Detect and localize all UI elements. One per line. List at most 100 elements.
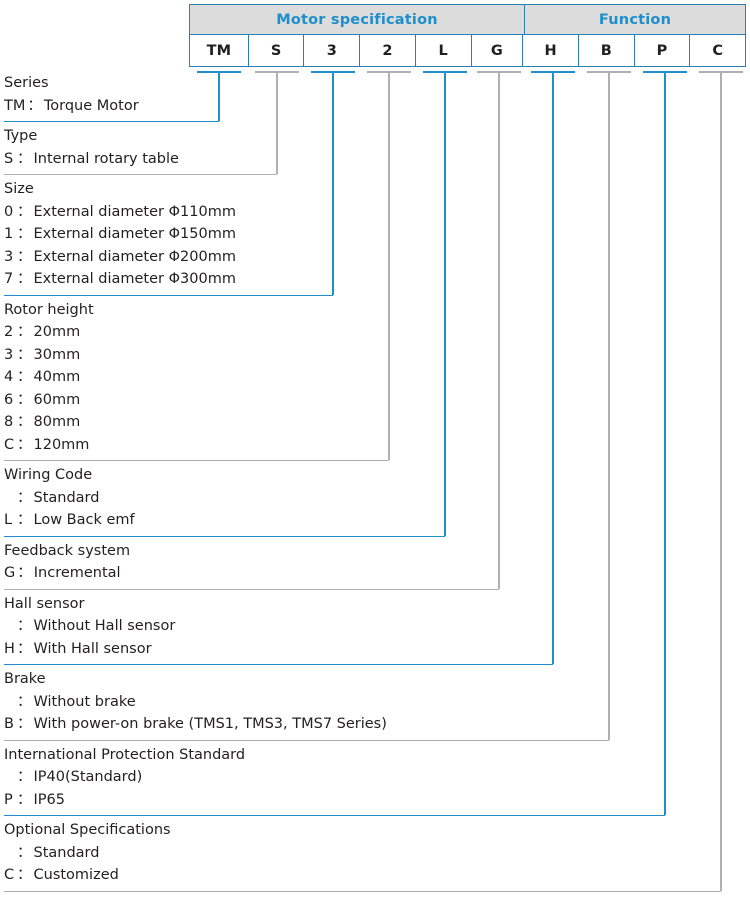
- connector-vline-10: [720, 71, 722, 891]
- group-header-label: Motor specification: [276, 11, 438, 28]
- legend-entry: 3： External diameter Φ200mm: [4, 246, 236, 269]
- legend-section-10: Optional Specifications ： Standard C： Custom…: [4, 819, 171, 887]
- legend-entry-description: External diameter Φ150mm: [33, 226, 236, 242]
- legend-entry-code: B: [4, 716, 14, 732]
- legend-entry-description: External diameter Φ200mm: [33, 248, 236, 265]
- code-cell-5: L: [415, 35, 472, 67]
- code-cell-9: P: [634, 35, 691, 67]
- legend-entry: ： Without brake: [4, 691, 387, 714]
- legend-entry-code: 0: [4, 203, 14, 220]
- legend-entry-colon: ：: [17, 791, 32, 808]
- legend-entry-description: External diameter Φ300mm: [33, 271, 236, 287]
- code-table-code-row: TM S 3 2 L G H B P C: [189, 35, 747, 67]
- section-divider-6: [4, 588, 499, 590]
- code-cell-1: TM: [189, 35, 249, 67]
- legend-section-title: International Protection Standard: [4, 746, 246, 763]
- legend-entry-description: 60mm: [33, 391, 81, 408]
- connector-stub-9: [643, 71, 687, 73]
- legend-section-title: Hall sensor: [4, 595, 85, 612]
- connector-stub-4: [367, 71, 411, 73]
- code-cell-label: C: [712, 42, 723, 59]
- legend-section-3: Size 0： External diameter Φ110mm 1： External…: [4, 178, 236, 291]
- legend-section-5: Wiring Code： Standard L： Low Back emf: [4, 464, 135, 532]
- legend-entry-colon: ：: [17, 369, 32, 385]
- legend-entry: ： Standard: [4, 487, 135, 510]
- legend-entry: 7： External diameter Φ300mm: [4, 268, 236, 291]
- legend-section-title: Optional Specifications: [4, 822, 171, 838]
- legend-entry-colon: ：: [17, 844, 32, 861]
- section-divider-9: [4, 815, 665, 816]
- legend-entry-description: Internal rotary table: [33, 150, 179, 167]
- section-divider-4: [4, 460, 389, 461]
- legend-section-title: Feedback system: [4, 542, 131, 559]
- connector-stub-10: [699, 71, 743, 73]
- legend-section-2: Type S： Internal rotary table: [4, 125, 179, 170]
- legend-entry-description: 30mm: [33, 346, 81, 363]
- legend-entry: 2： 20mm: [4, 321, 94, 344]
- legend-entry-code: 6: [4, 391, 14, 408]
- legend-entry-colon: ：: [17, 271, 32, 287]
- legend-entry-code: H: [4, 640, 15, 657]
- code-cell-label: 2: [382, 42, 393, 59]
- legend-entry-description: Low Back emf: [33, 512, 135, 528]
- code-cell-label: S: [270, 42, 282, 59]
- legend-entry-colon: ：: [17, 324, 32, 340]
- legend-entry-colon: ：: [27, 97, 42, 114]
- connector-vline-8: [608, 71, 610, 740]
- part-number-code-table: Motor specification Function TM S 3 2 L G H B P C: [189, 4, 747, 67]
- legend-entry: H： With Hall sensor: [4, 638, 175, 661]
- code-cell-label: G: [490, 42, 503, 59]
- legend-entry-colon: ：: [17, 489, 32, 506]
- legend-section-title: Size: [4, 181, 34, 197]
- code-cell-label: H: [544, 42, 557, 59]
- legend-entry: 0： External diameter Φ110mm: [4, 201, 236, 224]
- legend-entry: 3： 30mm: [4, 344, 94, 367]
- legend-entry-code: C: [4, 436, 15, 453]
- legend-entry: 6： 60mm: [4, 389, 94, 412]
- legend-entry-colon: ：: [17, 203, 32, 220]
- legend-entry: ： IP40(Standard): [4, 766, 245, 789]
- legend-entry: B： With power-on brake (TMS1, TMS3, TMS7 …: [4, 713, 387, 736]
- legend-entry-colon: ：: [17, 436, 32, 453]
- code-cell-2: S: [248, 35, 305, 67]
- legend-entry-description: External diameter Φ110mm: [33, 203, 236, 220]
- legend-entry: ： Standard: [4, 842, 171, 865]
- legend-entry: C： Customized: [4, 864, 171, 887]
- connector-vline-1: [218, 71, 220, 121]
- legend-section-title: Type: [4, 128, 38, 144]
- section-divider-5: [4, 535, 445, 537]
- legend-entry-description: Without brake: [33, 693, 136, 710]
- legend-entry-code: S: [4, 150, 14, 167]
- legend-entry-code: 3: [4, 248, 14, 265]
- legend-entry-code: L: [4, 512, 13, 528]
- connector-vline-4: [388, 71, 390, 460]
- legend-section-1: Series TM： Torque Motor: [4, 72, 139, 117]
- legend-entry-code: G: [4, 565, 16, 581]
- legend-entry-colon: ：: [17, 391, 32, 408]
- section-divider-3: [4, 294, 333, 296]
- legend-section-title: Rotor height: [4, 301, 94, 318]
- legend-entry: S： Internal rotary table: [4, 148, 179, 171]
- legend-entry: 8： 80mm: [4, 411, 94, 434]
- legend-entry-colon: ：: [17, 150, 32, 167]
- code-cell-4: 2: [360, 35, 416, 67]
- legend-entry-colon: ：: [17, 512, 32, 528]
- legend-entry-description: 120mm: [33, 436, 90, 453]
- connector-stub-5: [423, 71, 467, 73]
- legend-section-title: Brake: [4, 671, 46, 687]
- connector-vline-7: [552, 71, 554, 664]
- legend-entry: 1： External diameter Φ150mm: [4, 223, 236, 246]
- connector-stub-3: [311, 71, 355, 73]
- connector-vline-2: [276, 71, 278, 174]
- legend-entry-code: 7: [4, 271, 14, 287]
- connector-stub-1: [197, 71, 241, 73]
- legend-entry-code: 1: [4, 226, 14, 242]
- connector-stub-7: [531, 71, 575, 73]
- connector-stub-8: [587, 71, 631, 73]
- legend-entry-code: TM: [4, 97, 26, 114]
- legend-entry-colon: ：: [17, 693, 32, 710]
- group-header-label: Function: [598, 11, 672, 28]
- legend-section-7: Hall sensor： Without Hall sensor H： With Ha…: [4, 593, 175, 661]
- legend-entry: G： Incremental: [4, 562, 130, 585]
- code-cell-10: C: [690, 35, 747, 67]
